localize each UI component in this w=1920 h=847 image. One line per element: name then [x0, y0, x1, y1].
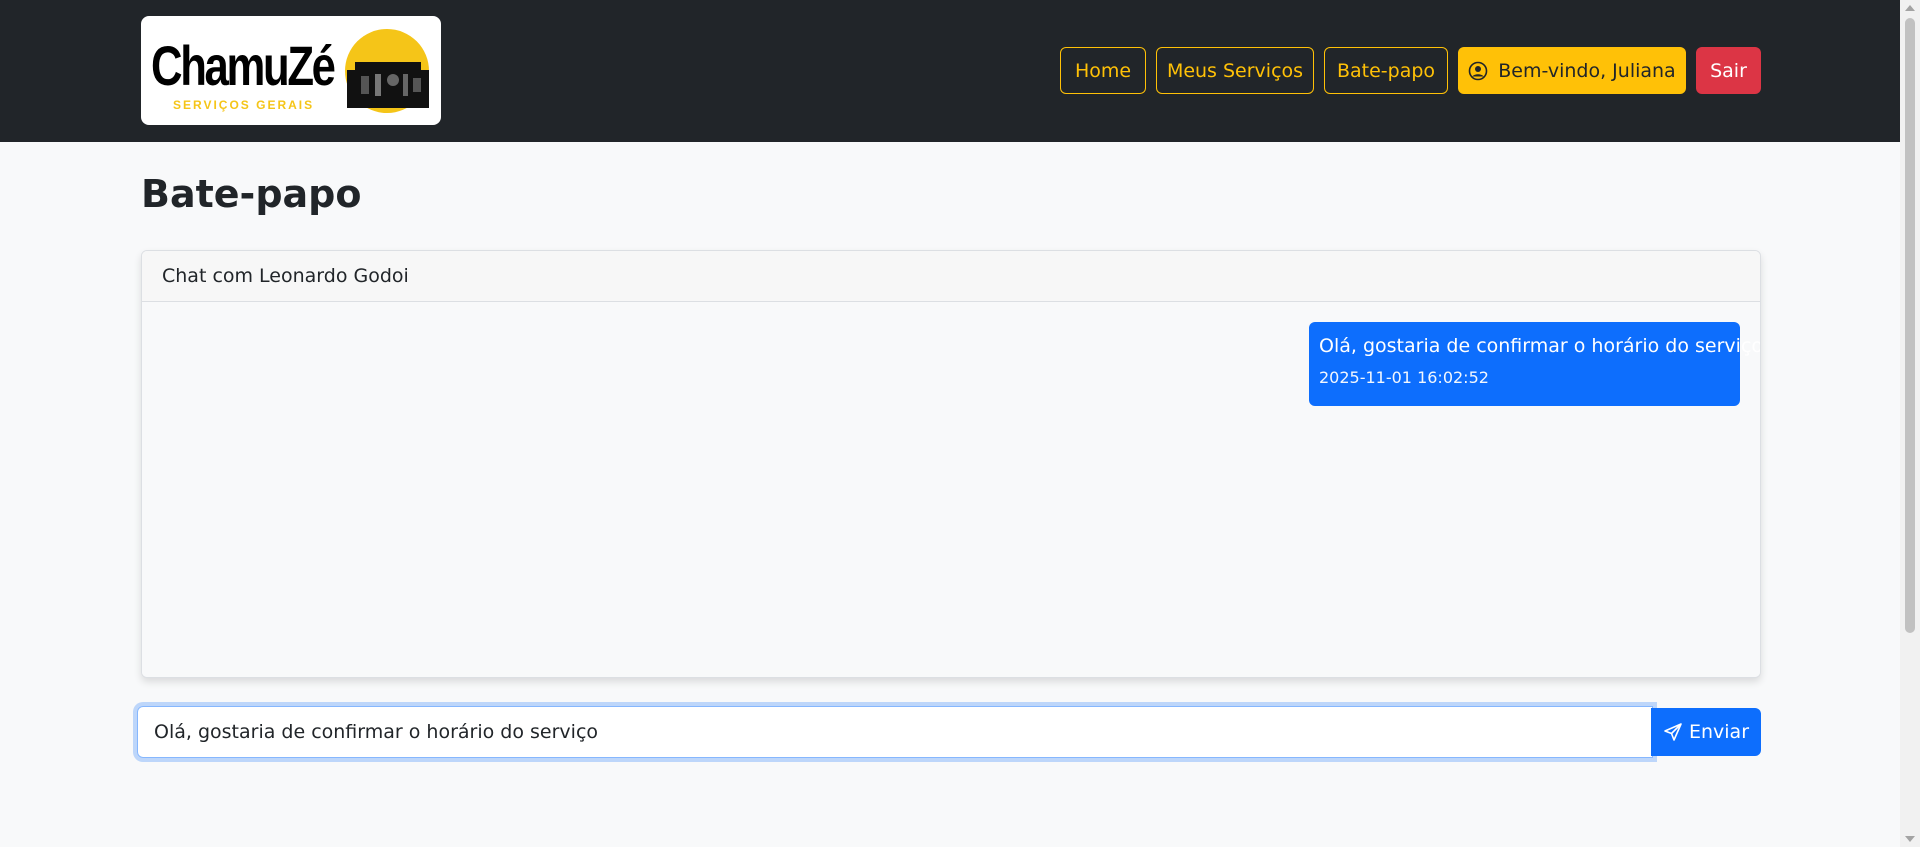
- message-timestamp: 2025-11-01 16:02:52: [1319, 368, 1489, 387]
- toolbox-icon: [345, 29, 429, 113]
- scrollbar-thumb[interactable]: [1905, 18, 1915, 633]
- scroll-down-arrow-icon[interactable]: [1905, 836, 1915, 842]
- brand-logo[interactable]: ChamuZé SERVIÇOS GERAIS: [141, 16, 441, 125]
- nav-bate-papo-button[interactable]: Bate-papo: [1324, 47, 1448, 94]
- chat-header: Chat com Leonardo Godoi: [142, 251, 1760, 302]
- send-button[interactable]: Enviar: [1651, 708, 1761, 756]
- chat-message-sent: Olá, gostaria de confirmar o horário do …: [1309, 322, 1761, 406]
- message-input-wrapper: [137, 706, 1653, 758]
- page-scrollbar[interactable]: [1900, 0, 1920, 847]
- nav-home-button[interactable]: Home: [1060, 47, 1146, 94]
- logo-tagline: SERVIÇOS GERAIS: [173, 98, 315, 112]
- nav-meus-servicos-button[interactable]: Meus Serviços: [1156, 47, 1314, 94]
- message-text: Olá, gostaria de confirmar o horário do …: [1319, 335, 1761, 357]
- send-label: Enviar: [1688, 721, 1750, 743]
- navbar: ChamuZé SERVIÇOS GERAIS Home Meus Serviç…: [0, 0, 1900, 142]
- user-welcome-button[interactable]: Bem-vindo, Juliana: [1458, 47, 1686, 94]
- logo-wordmark: ChamuZé: [151, 34, 336, 97]
- user-circle-icon: [1468, 61, 1488, 80]
- page-title: Bate-papo: [141, 172, 362, 216]
- welcome-label: Bem-vindo, Juliana: [1498, 59, 1676, 82]
- message-input[interactable]: [137, 706, 1653, 758]
- send-icon: [1664, 723, 1682, 741]
- chat-card: Chat com Leonardo Godoi Olá, gostaria de…: [141, 250, 1761, 678]
- logout-button[interactable]: Sair: [1696, 47, 1761, 94]
- chat-messages-area[interactable]: Olá, gostaria de confirmar o horário do …: [142, 302, 1761, 677]
- scroll-up-arrow-icon[interactable]: [1905, 5, 1915, 11]
